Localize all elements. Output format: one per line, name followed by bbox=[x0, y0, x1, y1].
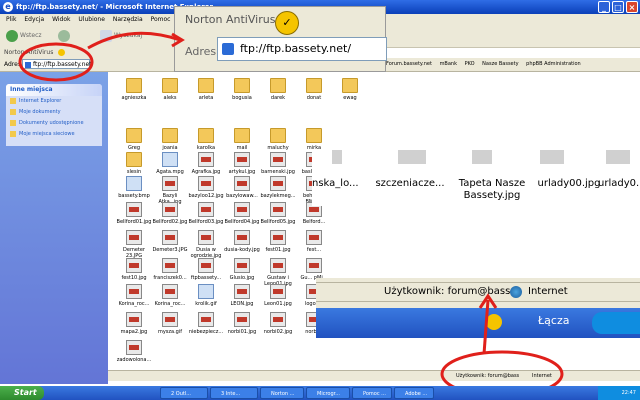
start-button[interactable]: Start bbox=[0, 386, 44, 400]
clock: 22:47 bbox=[598, 386, 640, 400]
annotation-overlay bbox=[18, 31, 564, 398]
status-arrow bbox=[482, 299, 490, 355]
taskbar-item[interactable]: 3 Inte... bbox=[210, 387, 258, 399]
taskbar-item[interactable]: 2 Outl... bbox=[160, 387, 208, 399]
address-arrow bbox=[87, 31, 181, 50]
address-highlight-circle bbox=[18, 42, 94, 82]
taskbar-item[interactable]: Norton ... bbox=[260, 387, 304, 399]
taskbar: Start 2 Outl... 3 Inte... Norton ... Mic… bbox=[0, 386, 640, 400]
taskbar-item[interactable]: Microgr... bbox=[306, 387, 350, 399]
taskbar-item[interactable]: Pomoc ... bbox=[352, 387, 392, 399]
taskbar-item[interactable]: Adobe ... bbox=[394, 387, 434, 399]
